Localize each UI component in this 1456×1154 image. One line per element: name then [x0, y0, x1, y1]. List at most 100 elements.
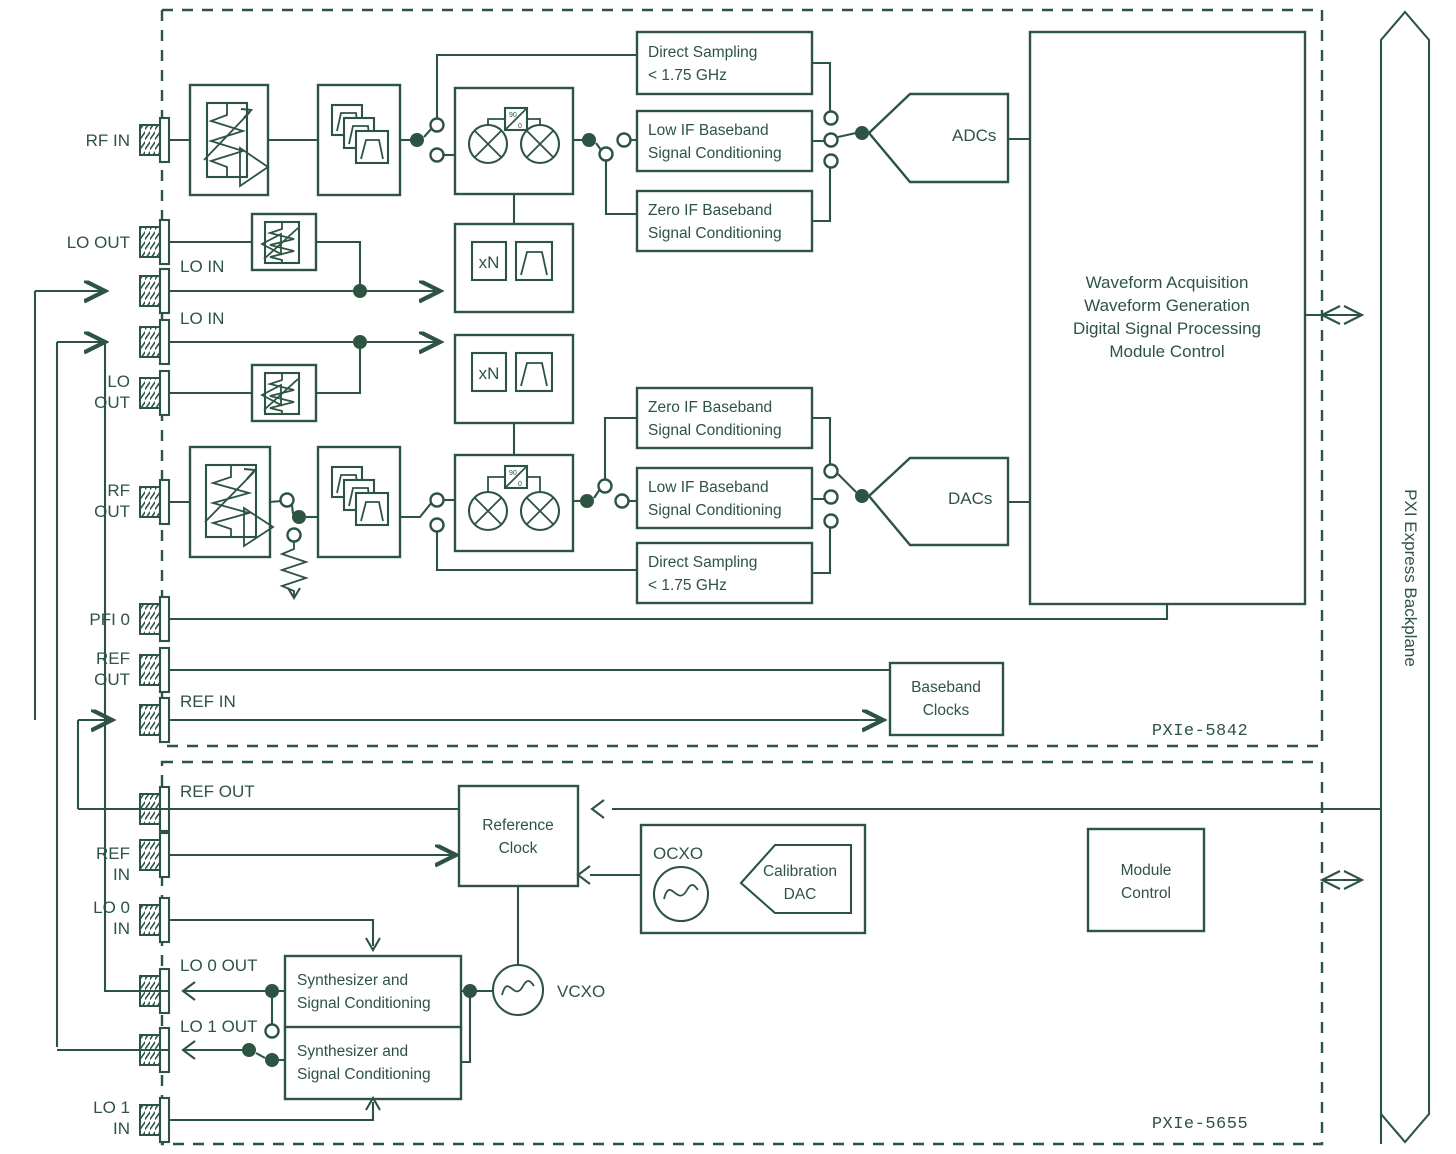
tx-iq-mixer-block: 90 0	[453, 453, 575, 553]
rx-switch1-throw-direct[interactable]	[429, 117, 445, 133]
wire-txfilters-sw	[400, 501, 433, 519]
dac-switch-throw-zeroif[interactable]	[823, 463, 839, 479]
arrow-backplane-refclk	[590, 799, 605, 819]
pxi-express-backplane: PXI Express Backplane	[1379, 10, 1431, 1144]
adc-switch-common	[855, 126, 869, 140]
synth1-line1: Synthesizer and	[297, 1043, 408, 1060]
tx-mixer-switch-throw-direct[interactable]	[429, 517, 445, 533]
rx-switch1-common	[410, 133, 424, 147]
port-label-rf-in: RF IN	[86, 131, 130, 150]
rx-switch2-throw-zeroif[interactable]	[598, 146, 614, 162]
rx-zeroif-line1: Zero IF Baseband	[648, 202, 772, 219]
rx-iq-mixer-block: 90 0	[453, 86, 575, 196]
lo-out-1-attenuator	[250, 363, 318, 423]
lo-multiplier-rx: xN	[453, 222, 575, 314]
tx-filter-bank	[316, 445, 402, 559]
adc-switch-blade	[837, 131, 857, 139]
tx-switch-throw-termination[interactable]	[286, 527, 302, 543]
port-lo-in-0[interactable]: LO IN	[139, 257, 224, 315]
tx-mixer-switch-throw-mixer[interactable]	[429, 492, 445, 508]
rx-zero-if-block: Zero IF Baseband Signal Conditioning	[635, 189, 814, 253]
port-label-lo-0-out: LO 0 OUT	[180, 956, 257, 975]
dac-switch-throw-direct[interactable]	[823, 513, 839, 529]
wire-txzeroif-dacsw	[812, 416, 832, 470]
tx-bb-switch-throw-zeroif[interactable]	[597, 478, 613, 494]
port-lo-1-out[interactable]: LO 1 OUT	[139, 1017, 257, 1074]
bbclk-line1: Baseband	[911, 679, 981, 696]
port-lo-1-in[interactable]: LO 1 IN	[93, 1096, 171, 1144]
port-lo-in-1[interactable]: LO IN	[139, 309, 224, 366]
port-label-lo-1-in-l1: LO 1	[93, 1098, 130, 1117]
adc-switch-throw-zeroif[interactable]	[823, 153, 839, 169]
refclk-line1: Reference	[482, 817, 554, 834]
rx-direct-sampling-block: Direct Sampling < 1.75 GHz	[635, 30, 814, 96]
ocxo-oscillator-icon	[652, 865, 710, 923]
port-label-ref-in-5842: REF IN	[180, 692, 236, 711]
baseband-clocks-block: Baseband Clocks	[888, 661, 1005, 737]
port-ref-in-5655[interactable]: REF IN	[96, 831, 171, 884]
tx-bb-switch-common	[580, 494, 594, 508]
lo-mult-tx-label: xN	[479, 364, 500, 383]
lo0-junction	[353, 284, 367, 298]
tx-bb-switch-throw-lowif[interactable]	[614, 493, 630, 509]
lo1-switch-common	[265, 1053, 279, 1067]
ocxo-label: OCXO	[653, 844, 703, 863]
tx-switch-throw-filters[interactable]	[279, 492, 295, 508]
dac-switch-blade	[837, 473, 857, 493]
fpga-line4: Module Control	[1109, 342, 1224, 361]
rx-switch2-throw-lowif[interactable]	[616, 132, 632, 148]
adc-switch-throw-direct[interactable]	[823, 110, 839, 126]
dacs-block: DACs	[867, 456, 1010, 547]
tx-lowif-line1: Low IF Baseband	[648, 479, 769, 496]
modctrl-line2: Control	[1121, 885, 1171, 902]
lo-out-0-attenuator	[250, 212, 318, 272]
port-lo-out-0[interactable]: LO OUT	[67, 218, 171, 266]
tx-quad-label-90: 90	[509, 470, 517, 477]
port-label-lo-out-1-l2: OUT	[94, 393, 130, 412]
tx-quad-label-0: 0	[518, 481, 522, 488]
port-pfi-0[interactable]: PFI 0	[89, 595, 171, 643]
rx-direct-line1: Direct Sampling	[648, 44, 757, 61]
rx-switch1-throw-mixer[interactable]	[429, 147, 445, 163]
port-label-ref-in-5655-l1: REF	[96, 844, 130, 863]
wire-pfi0-fpga	[169, 604, 1169, 621]
wire-sw2-zeroif	[604, 161, 637, 216]
port-label-rf-out-l2: OUT	[94, 502, 130, 521]
tx-lowif-line2: Signal Conditioning	[648, 502, 782, 519]
backplane-label: PXI Express Backplane	[1401, 489, 1420, 667]
quad-label-90: 90	[509, 112, 517, 119]
vcxo-oscillator: VCXO	[491, 963, 605, 1017]
port-label-lo-1-in-l2: IN	[113, 1119, 130, 1138]
bbclk-line2: Clocks	[923, 702, 970, 719]
lo-crosslink-switch-throw[interactable]	[264, 1023, 280, 1039]
port-ref-in-5842[interactable]: REF IN	[139, 692, 236, 744]
synth0-line2: Signal Conditioning	[297, 995, 431, 1012]
dac-switch-throw-lowif[interactable]	[823, 489, 839, 505]
port-label-lo-in-0: LO IN	[180, 257, 224, 276]
lo-mult-rx-label: xN	[479, 253, 500, 272]
adc-switch-throw-lowif[interactable]	[823, 132, 839, 148]
rx-attenuator-amplifier	[188, 83, 270, 197]
wire-lo1in-synth1	[169, 1102, 375, 1122]
lo-multiplier-tx: xN	[453, 333, 575, 425]
synth1-line2: Signal Conditioning	[297, 1066, 431, 1083]
port-ref-out-5655[interactable]: REF OUT	[139, 782, 255, 833]
port-label-lo-out-1-l1: LO	[107, 372, 130, 391]
quad-label-0: 0	[518, 123, 522, 130]
dac-switch-common	[855, 489, 869, 503]
port-rf-in[interactable]: RF IN	[86, 116, 171, 164]
port-label-ref-out-5842-l1: REF	[96, 649, 130, 668]
backplane-connection-5842	[1319, 305, 1365, 325]
fpga-line2: Waveform Generation	[1084, 296, 1250, 315]
fpga-line1: Waveform Acquisition	[1086, 273, 1249, 292]
wire-loout1-tap	[316, 342, 362, 395]
rx-zeroif-line2: Signal Conditioning	[648, 225, 782, 242]
wire-txdirect-dacsw	[812, 521, 832, 575]
dacs-label: DACs	[948, 489, 992, 508]
fpga-line3: Digital Signal Processing	[1073, 319, 1261, 338]
rx-filter-bank	[316, 83, 402, 197]
port-lo-0-out[interactable]: LO 0 OUT	[139, 956, 257, 1015]
reference-clock-block: Reference Clock	[457, 784, 580, 888]
wire-direct-to-adcsw	[812, 61, 832, 114]
tx-zeroif-line2: Signal Conditioning	[648, 422, 782, 439]
